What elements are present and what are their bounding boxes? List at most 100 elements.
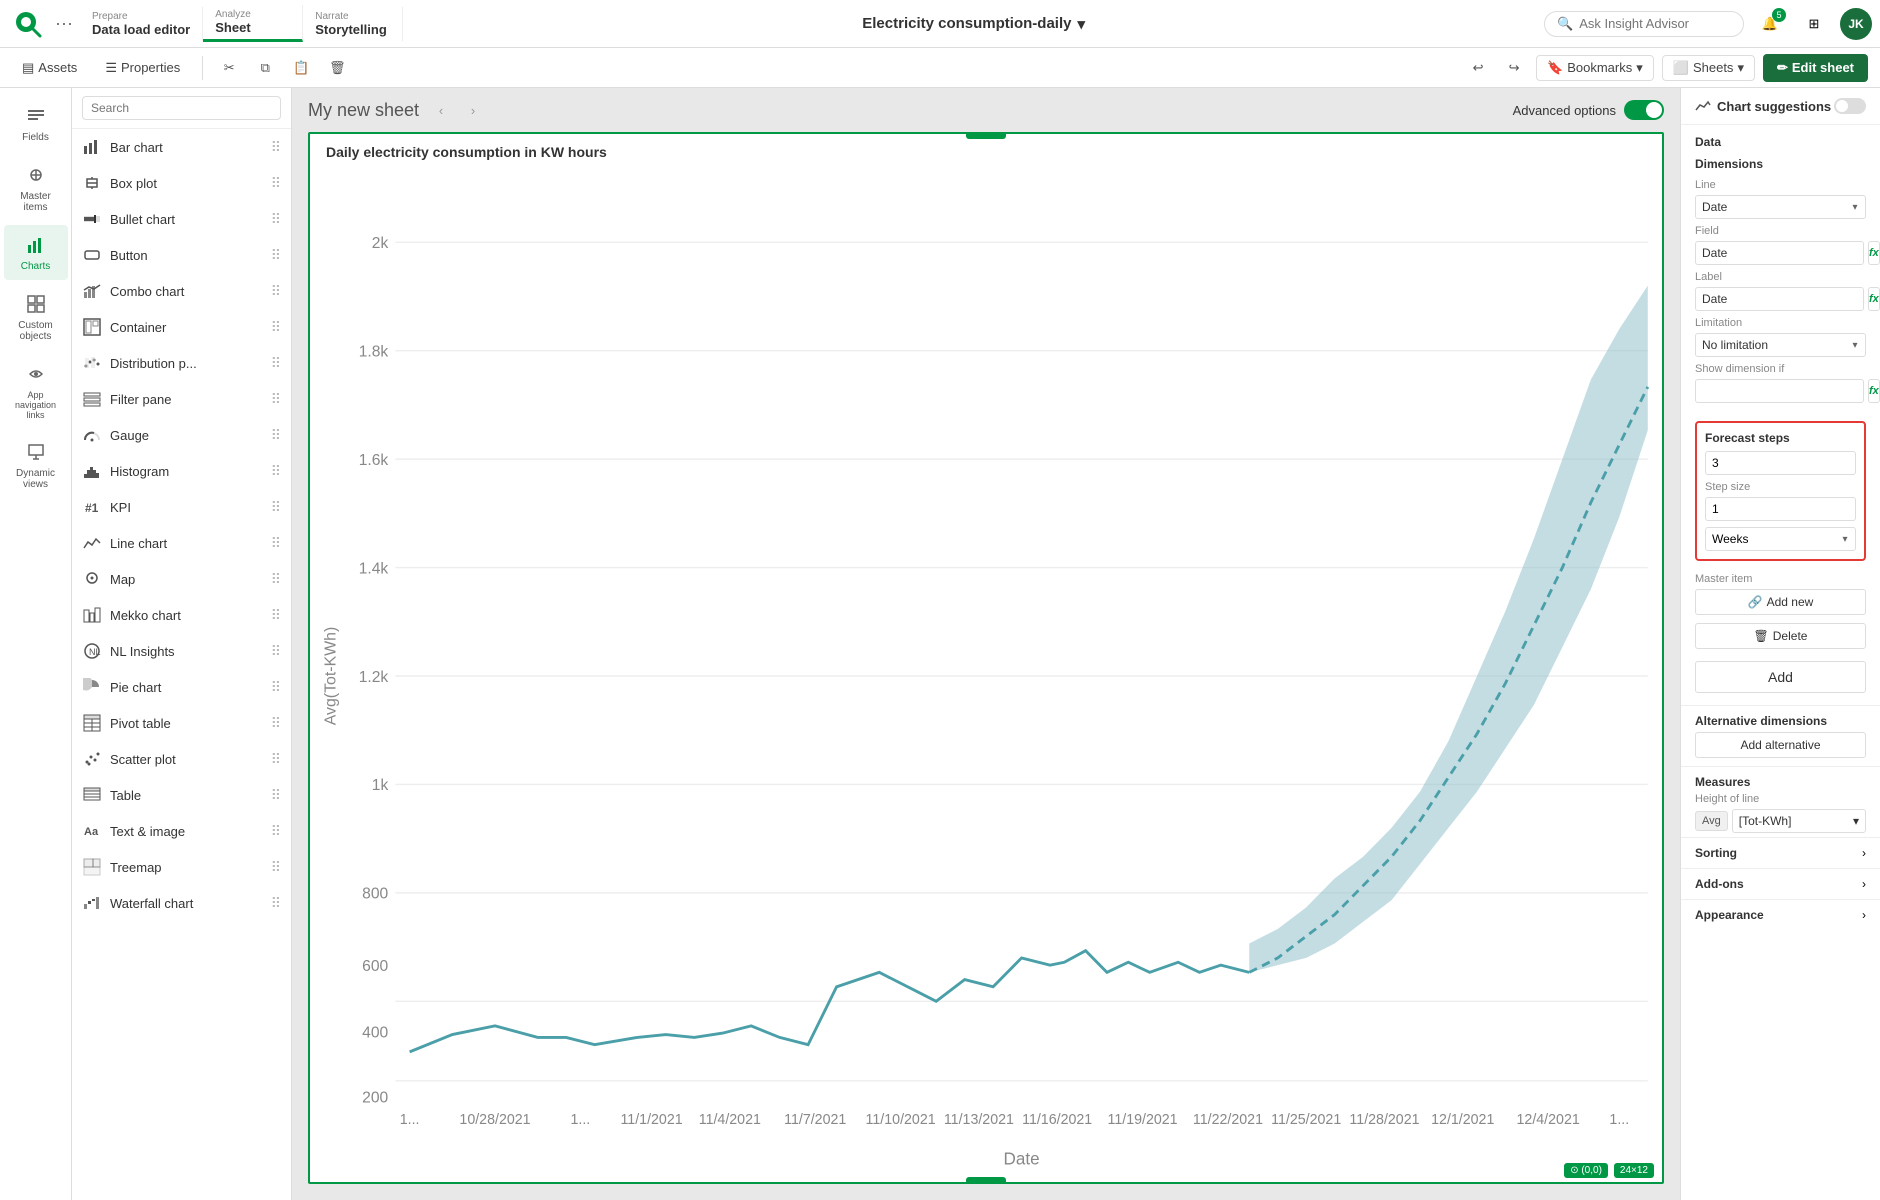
chart-item-table[interactable]: Table ⠿ [72, 777, 291, 813]
chart-item-combo-chart[interactable]: Combo chart ⠿ [72, 273, 291, 309]
chart-item-bar-chart[interactable]: Bar chart ⠿ [72, 129, 291, 165]
chart-top-resize-handle[interactable] [966, 133, 1006, 139]
svg-text:#1: #1 [85, 501, 99, 515]
chart-item-box-plot[interactable]: Box plot ⠿ [72, 165, 291, 201]
show-dim-fx-button[interactable]: fx [1868, 379, 1880, 403]
drag-handle[interactable]: ⠿ [271, 499, 281, 516]
chart-item-pie-chart[interactable]: Pie chart ⠿ [72, 669, 291, 705]
properties-button[interactable]: ☰ Properties [95, 56, 190, 80]
drag-handle[interactable]: ⠿ [271, 643, 281, 660]
drag-handle[interactable]: ⠿ [271, 787, 281, 804]
paste-button[interactable]: 📋 [287, 54, 315, 82]
sidebar-item-master-items[interactable]: Master items [4, 155, 68, 221]
tot-kwh-field[interactable]: [Tot-KWh] ▾ [1732, 809, 1866, 833]
bookmarks-button[interactable]: 🔖 Bookmarks ▾ [1536, 55, 1654, 81]
drag-handle[interactable]: ⠿ [271, 139, 281, 156]
chart-item-nl-insights[interactable]: NL NL Insights ⠿ [72, 633, 291, 669]
drag-handle[interactable]: ⠿ [271, 715, 281, 732]
drag-handle[interactable]: ⠿ [271, 607, 281, 624]
cut-button[interactable]: ✂ [215, 54, 243, 82]
sidebar-item-fields[interactable]: Fields [4, 96, 68, 151]
show-dim-input[interactable] [1695, 379, 1864, 403]
chart-item-line-chart[interactable]: Line chart ⠿ [72, 525, 291, 561]
drag-handle[interactable]: ⠿ [271, 463, 281, 480]
add-alternative-button[interactable]: Add alternative [1695, 732, 1866, 758]
drag-handle[interactable]: ⠿ [271, 247, 281, 264]
field-fx-button[interactable]: fx [1868, 241, 1880, 265]
drag-handle[interactable]: ⠿ [271, 175, 281, 192]
chart-item-text-image[interactable]: Aa Text & image ⠿ [72, 813, 291, 849]
drag-handle[interactable]: ⠿ [271, 391, 281, 408]
sorting-section[interactable]: Sorting › [1681, 837, 1880, 868]
delete-button[interactable]: 🗑 [323, 54, 351, 82]
chart-suggestions-toggle[interactable] [1834, 98, 1866, 114]
chart-item-pivot-table[interactable]: Pivot table ⠿ [72, 705, 291, 741]
date-select[interactable]: Date [1696, 196, 1845, 218]
chart-item-waterfall-chart[interactable]: Waterfall chart ⠿ [72, 885, 291, 921]
chart-item-container[interactable]: Container ⠿ [72, 309, 291, 345]
chart-item-bullet-chart[interactable]: Bullet chart ⠿ [72, 201, 291, 237]
sidebar-item-custom-objects[interactable]: Custom objects [4, 284, 68, 350]
drag-handle[interactable]: ⠿ [271, 679, 281, 696]
chart-item-distribution-p[interactable]: Distribution p... ⠿ [72, 345, 291, 381]
app-title[interactable]: Electricity consumption-daily ▾ [862, 15, 1085, 33]
label-input[interactable] [1695, 287, 1864, 311]
ask-insight-search[interactable]: 🔍 [1544, 11, 1744, 37]
drag-handle[interactable]: ⠿ [271, 427, 281, 444]
chart-item-histogram[interactable]: Histogram ⠿ [72, 453, 291, 489]
insight-input[interactable] [1579, 16, 1729, 31]
sheet-prev-button[interactable]: ‹ [427, 96, 455, 124]
chart-item-treemap[interactable]: Treemap ⠿ [72, 849, 291, 885]
sidebar-item-charts[interactable]: Charts [4, 225, 68, 280]
box-plot-icon [82, 173, 102, 193]
edit-sheet-button[interactable]: ✏ Edit sheet [1763, 54, 1868, 82]
advanced-options-toggle-switch[interactable] [1624, 100, 1664, 120]
appearance-section[interactable]: Appearance › [1681, 899, 1880, 930]
user-avatar[interactable]: JK [1840, 8, 1872, 40]
chart-item-kpi[interactable]: #1 KPI ⠿ [72, 489, 291, 525]
step-size-input[interactable] [1705, 497, 1856, 521]
chart-item-filter-pane[interactable]: Filter pane ⠿ [72, 381, 291, 417]
add-ons-section[interactable]: Add-ons › [1681, 868, 1880, 899]
undo-button[interactable]: ↩ [1464, 54, 1492, 82]
add-dimension-button[interactable]: Add [1695, 661, 1866, 693]
redo-button[interactable]: ↪ [1500, 54, 1528, 82]
weeks-select[interactable]: Weeks Days Months Quarters Years [1706, 528, 1835, 550]
add-new-button[interactable]: 🔗 Add new [1695, 589, 1866, 615]
delete-dimension-button[interactable]: 🗑 Delete [1695, 623, 1866, 649]
field-input[interactable] [1695, 241, 1864, 265]
nav-prepare[interactable]: Prepare Data load editor [80, 7, 203, 41]
nav-narrate[interactable]: Narrate Storytelling [303, 7, 403, 41]
chart-bottom-resize-handle[interactable] [966, 1177, 1006, 1183]
notifications-button[interactable]: 🔔 5 [1752, 6, 1788, 42]
drag-handle[interactable]: ⠿ [271, 319, 281, 336]
chart-item-gauge[interactable]: Gauge ⠿ [72, 417, 291, 453]
copy-button[interactable]: ⧉ [251, 54, 279, 82]
label-fx-button[interactable]: fx [1868, 287, 1880, 311]
drag-handle[interactable]: ⠿ [271, 571, 281, 588]
sheets-button[interactable]: ⬜ Sheets ▾ [1662, 55, 1755, 81]
drag-handle[interactable]: ⠿ [271, 283, 281, 300]
sidebar-item-app-nav-links[interactable]: App navigation links [4, 354, 68, 428]
chart-item-mekko-chart[interactable]: Mekko chart ⠿ [72, 597, 291, 633]
chart-item-scatter-plot[interactable]: Scatter plot ⠿ [72, 741, 291, 777]
drag-handle[interactable]: ⠿ [271, 211, 281, 228]
drag-handle[interactable]: ⠿ [271, 355, 281, 372]
sidebar-item-dynamic-views[interactable]: Dynamic views [4, 432, 68, 498]
drag-handle[interactable]: ⠿ [271, 751, 281, 768]
drag-handle[interactable]: ⠿ [271, 895, 281, 912]
charts-search-input[interactable] [82, 96, 281, 120]
drag-handle[interactable]: ⠿ [271, 535, 281, 552]
drag-handle[interactable]: ⠿ [271, 823, 281, 840]
chart-item-button[interactable]: Button ⠿ [72, 237, 291, 273]
nav-analyze[interactable]: Analyze Sheet [203, 5, 303, 42]
forecast-steps-input[interactable] [1705, 451, 1856, 475]
assets-button[interactable]: ▤ Assets [12, 56, 87, 80]
limitation-select[interactable]: No limitation [1696, 334, 1845, 356]
app-menu-dots[interactable]: ··· [48, 4, 80, 44]
grid-apps-button[interactable]: ⊞ [1796, 6, 1832, 42]
drag-handle[interactable]: ⠿ [271, 859, 281, 876]
qlik-logo[interactable] [8, 4, 48, 44]
sheet-next-button[interactable]: › [459, 96, 487, 124]
chart-item-map[interactable]: Map ⠿ [72, 561, 291, 597]
